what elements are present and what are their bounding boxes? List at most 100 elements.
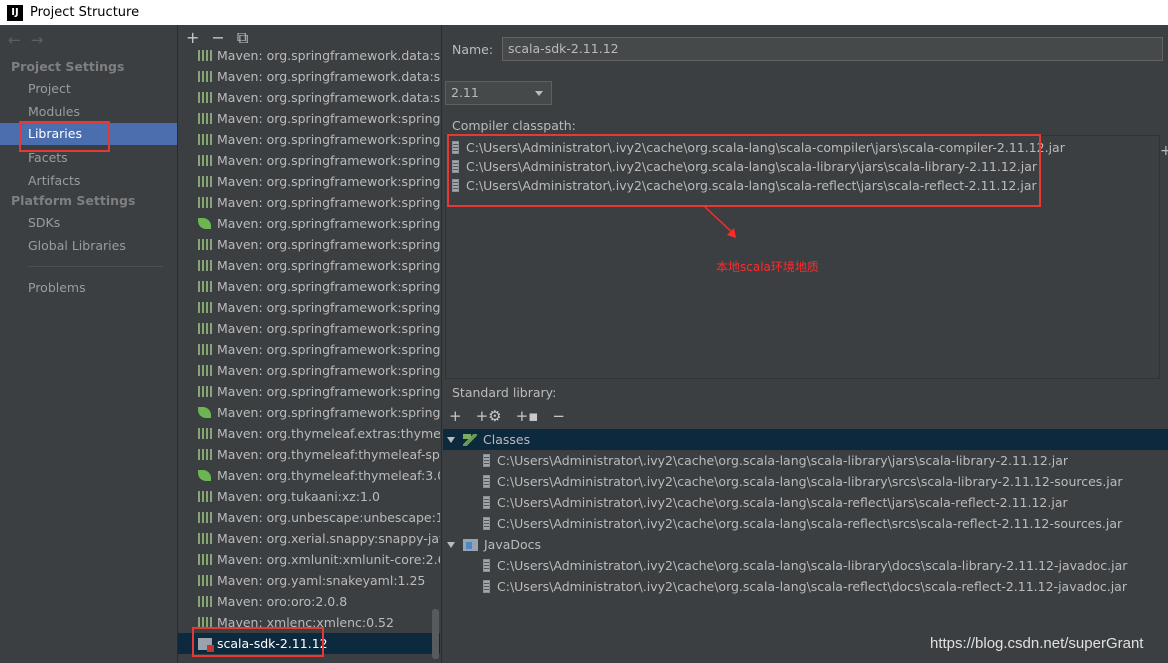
library-item[interactable]: Maven: org.springframework:spring-ex [178,234,440,255]
jar-icon [483,496,490,509]
library-item[interactable]: Maven: org.yaml:snakeyaml:1.25 [178,570,440,591]
library-item[interactable]: Maven: org.springframework:spring-b [178,150,440,171]
nav-item-modules[interactable]: Modules [28,104,80,119]
window-title: Project Structure [30,5,140,20]
library-item[interactable]: Maven: org.springframework:spring-te [178,339,440,360]
tree-node-javadocs[interactable]: JavaDocs [443,534,1168,555]
library-item[interactable]: Maven: org.unbescape:unbescape:1.1.0 [178,507,440,528]
library-item[interactable]: Maven: org.springframework.data:spri [178,66,440,87]
javadocs-folder-icon [463,538,478,551]
nav-item-facets[interactable]: Facets [28,150,68,165]
add-classpath-icon[interactable]: + [1160,143,1168,159]
nav-item-sdks[interactable]: SDKs [28,215,60,230]
remove-icon[interactable]: − [552,407,565,425]
standard-library-toolbar: + +⚙ +▪ − [449,407,565,425]
class-jar-row[interactable]: C:\Users\Administrator\.ivy2\cache\org.s… [443,450,1168,471]
intellij-app-icon: IJ [7,4,23,21]
expand-triangle-icon[interactable] [447,436,455,443]
library-label: Maven: org.springframework:spring-ac [217,111,440,126]
library-label: Maven: org.xmlunit:xmlunit-core:2.6.3 [217,552,440,567]
nav-arrows: ←→ [8,31,53,49]
class-jar-row[interactable]: C:\Users\Administrator\.ivy2\cache\org.s… [443,513,1168,534]
library-label: Maven: org.springframework:spring-w [217,384,440,399]
jar-path: C:\Users\Administrator\.ivy2\cache\org.s… [497,516,1123,531]
library-label: Maven: org.thymeleaf.extras:thymeleaf [217,426,440,441]
tree-node-classes[interactable]: Classes [443,429,1168,450]
libraries-scrollbar[interactable] [432,609,439,659]
maven-icon [198,155,212,166]
expand-triangle-icon[interactable] [447,541,455,548]
javadoc-jar-row[interactable]: C:\Users\Administrator\.ivy2\cache\org.s… [443,555,1168,576]
library-label: Maven: org.springframework:spring-b [217,153,440,168]
maven-icon [198,92,212,103]
highlight-compiler-classpath [447,134,1041,207]
library-item[interactable]: Maven: org.tukaani:xz:1.0 [178,486,440,507]
nav-item-problems[interactable]: Problems [28,280,86,295]
library-item[interactable]: Maven: org.springframework:spring-jc [178,255,440,276]
library-item[interactable]: Maven: org.springframework:spring-w [178,381,440,402]
library-item[interactable]: Maven: org.thymeleaf:thymeleaf:3.0.11. [178,465,440,486]
jar-path: C:\Users\Administrator\.ivy2\cache\org.s… [497,579,1127,594]
maven-icon [198,260,212,271]
library-item[interactable]: Maven: org.springframework:spring-tx [178,360,440,381]
class-jar-row[interactable]: C:\Users\Administrator\.ivy2\cache\org.s… [443,471,1168,492]
library-label: Maven: org.springframework:spring-ex [217,237,440,252]
nav-item-project[interactable]: Project [28,81,71,96]
maven-icon [198,50,212,61]
classes-icon [463,433,477,446]
maven-icon [198,386,212,397]
library-item[interactable]: Maven: org.xmlunit:xmlunit-core:2.6.3 [178,549,440,570]
library-item[interactable]: Maven: org.springframework:spring-w [178,402,440,423]
maven-icon [198,428,212,439]
library-item[interactable]: Maven: org.xerial.snappy:snappy-java: [178,528,440,549]
scala-version-select[interactable]: 2.11 [445,81,552,105]
library-item[interactable]: Maven: org.thymeleaf:thymeleaf-spring [178,444,440,465]
maven-icon [198,512,212,523]
spring-leaf-icon [198,218,211,229]
watermark: https://blog.csdn.net/superGrant [930,635,1144,652]
name-field[interactable]: scala-sdk-2.11.12 [502,37,1163,61]
chevron-down-icon [535,91,543,96]
library-item[interactable]: Maven: org.springframework:spring-cc [178,171,440,192]
library-item[interactable]: Maven: org.springframework:spring-jd [178,276,440,297]
library-item[interactable]: Maven: org.springframework.data:spri [178,45,440,66]
maven-icon [198,113,212,124]
library-item[interactable]: Maven: org.springframework.data:spri [178,87,440,108]
annotation-text: 本地scala环境地质 [716,260,819,274]
highlight-libraries [19,121,110,152]
classes-label: Classes [483,432,531,447]
version-value: 2.11 [451,85,479,100]
jar-path: C:\Users\Administrator\.ivy2\cache\org.s… [497,474,1123,489]
library-item[interactable]: Maven: org.springframework:spring-o [178,297,440,318]
nav-divider [28,266,163,267]
back-arrow-icon[interactable]: ← [8,31,31,49]
maven-icon [198,302,212,313]
title-bar: IJ Project Structure [0,0,1168,25]
library-item[interactable]: Maven: org.springframework:spring-ac [178,108,440,129]
library-item[interactable]: Maven: oro:oro:2.0.8 [178,591,440,612]
forward-arrow-icon[interactable]: → [31,31,54,49]
add-jar-icon[interactable]: +▪ [516,407,539,425]
library-item[interactable]: Maven: org.thymeleaf.extras:thymeleaf [178,423,440,444]
class-jar-row[interactable]: C:\Users\Administrator\.ivy2\cache\org.s… [443,492,1168,513]
library-item[interactable]: Maven: org.springframework:spring-o: [178,318,440,339]
nav-item-artifacts[interactable]: Artifacts [28,173,80,188]
add-icon[interactable]: + [449,407,462,425]
libraries-panel: + − ⧉ Maven: org.springframework.data:sp… [178,25,442,663]
maven-icon [198,554,212,565]
maven-icon [198,239,212,250]
library-label: Maven: org.springframework:spring-cc [217,216,440,231]
add-configured-icon[interactable]: +⚙ [476,407,502,425]
maven-icon [198,344,212,355]
maven-icon [198,281,212,292]
maven-icon [198,197,212,208]
annotation-arrow-icon [704,206,736,238]
library-label: Maven: org.springframework.data:spri [217,90,440,105]
library-item[interactable]: Maven: org.springframework:spring-cc [178,213,440,234]
library-item[interactable]: Maven: org.springframework:spring-cc [178,192,440,213]
library-item[interactable]: Maven: org.springframework:spring-as [178,129,440,150]
javadoc-jar-row[interactable]: C:\Users\Administrator\.ivy2\cache\org.s… [443,576,1168,597]
library-label: Maven: org.springframework:spring-cc [217,174,440,189]
maven-icon [198,176,212,187]
nav-item-global-libraries[interactable]: Global Libraries [28,238,126,253]
